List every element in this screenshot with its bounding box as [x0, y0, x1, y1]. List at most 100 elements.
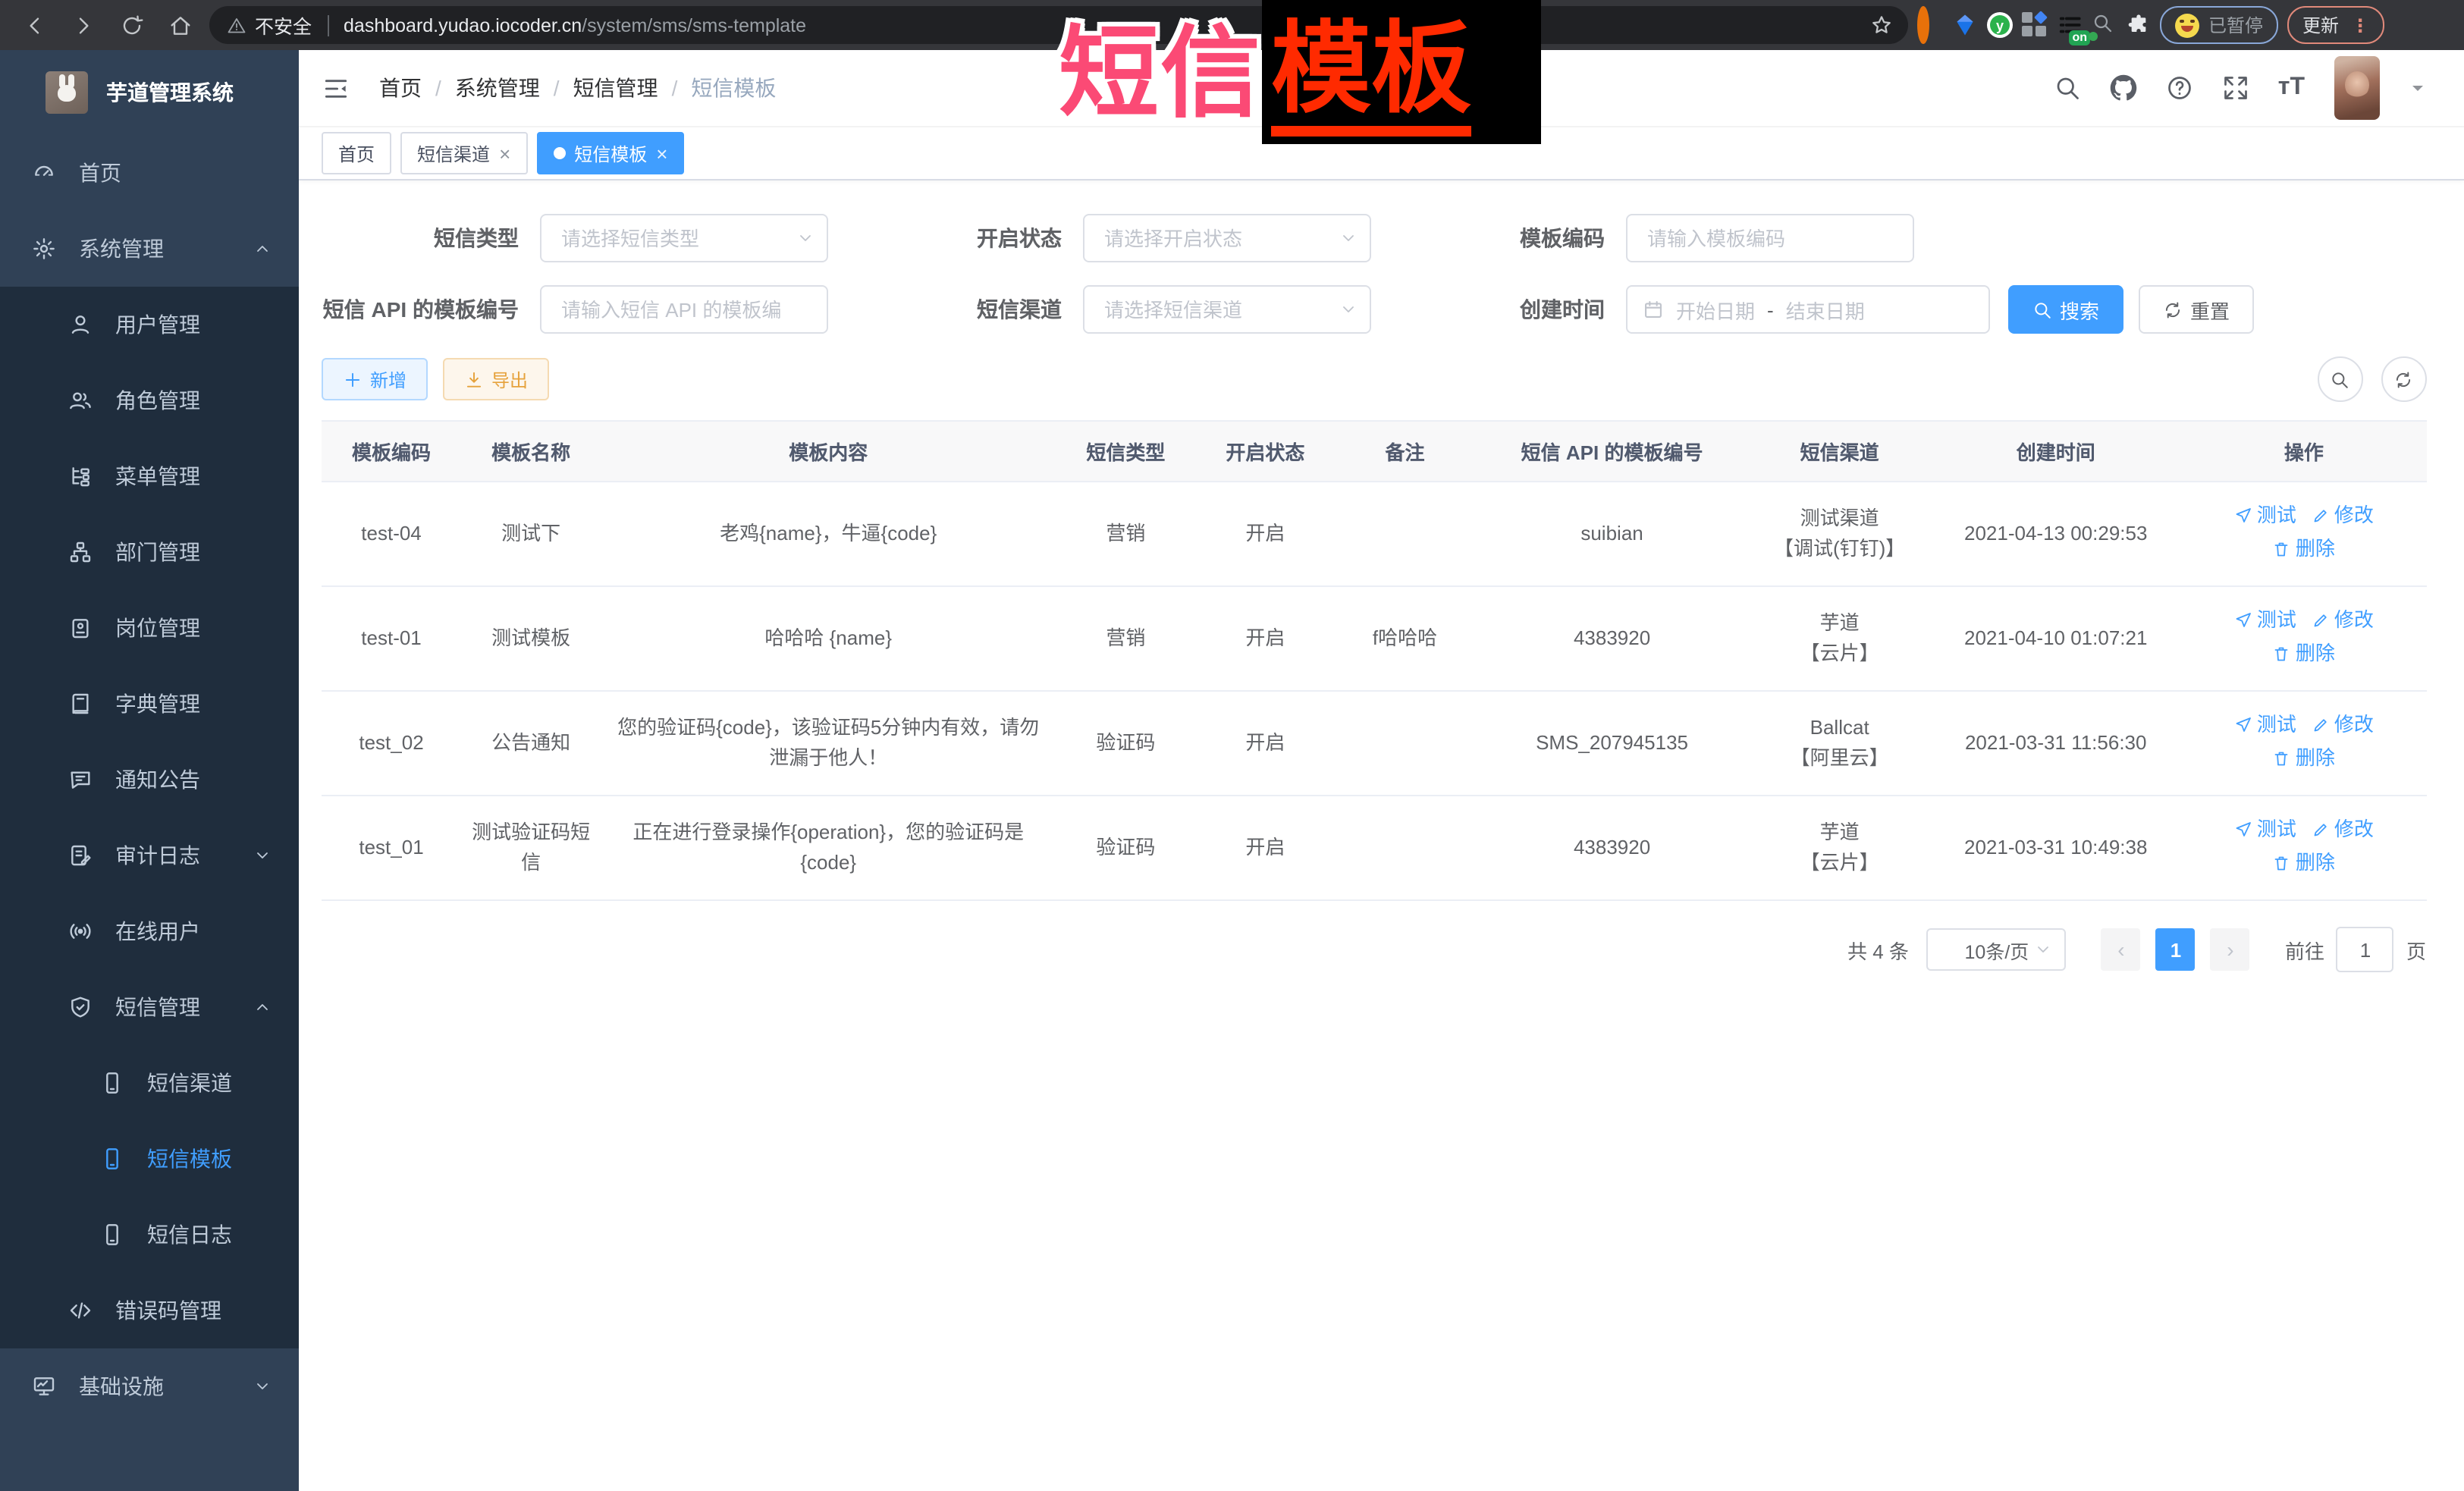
breadcrumb-home[interactable]: 首页 — [379, 73, 422, 103]
sidebar-item-posts[interactable]: 岗位管理 — [0, 590, 299, 666]
sidebar-item-audit-log[interactable]: 审计日志 — [0, 818, 299, 893]
delete-link[interactable]: 删除 — [2273, 639, 2335, 669]
channel-input[interactable] — [1083, 285, 1371, 334]
tab-label: 首页 — [338, 140, 375, 166]
search-icon[interactable] — [2054, 74, 2081, 102]
sidebar-item-label: 字典管理 — [115, 689, 200, 719]
sidebar-item-online-users[interactable]: 在线用户 — [0, 893, 299, 969]
extension-icon-gem[interactable] — [1952, 12, 1978, 38]
reset-button[interactable]: 重置 — [2139, 285, 2254, 334]
profile-paused-badge[interactable]: 已暂停 — [2160, 6, 2278, 44]
font-size-icon[interactable]: ᴛT — [2278, 76, 2305, 100]
tab-sms-channel[interactable]: 短信渠道 × — [400, 132, 527, 174]
template-code-field[interactable] — [1626, 214, 1914, 262]
add-button[interactable]: 新增 — [322, 358, 428, 400]
user-avatar[interactable] — [2334, 56, 2379, 120]
users-icon — [68, 388, 93, 413]
extension-icon-green-y[interactable]: y — [1987, 12, 2013, 38]
sidebar-item-sms[interactable]: 短信管理 — [0, 969, 299, 1045]
sidebar-item-notice[interactable]: 通知公告 — [0, 742, 299, 818]
test-link[interactable]: 测试 — [2234, 710, 2296, 740]
date-range-picker[interactable]: 开始日期 - 结束日期 — [1626, 285, 1990, 334]
search-button[interactable]: 搜索 — [2008, 285, 2123, 334]
plus-icon — [343, 369, 363, 389]
caret-down-icon[interactable] — [2408, 79, 2426, 97]
bookmark-star-icon[interactable] — [1870, 14, 1893, 36]
delete-link[interactable]: 删除 — [2273, 848, 2335, 878]
badge-icon — [68, 616, 93, 640]
close-icon[interactable]: × — [499, 143, 510, 163]
app-logo-row[interactable]: 芋道管理系统 — [0, 50, 299, 135]
cell-operations: 测试修改删除 — [2182, 482, 2426, 586]
sms-type-select[interactable] — [540, 214, 828, 262]
forward-icon[interactable] — [71, 13, 96, 37]
sidebar-item-depts[interactable]: 部门管理 — [0, 514, 299, 590]
extension-icon-orange[interactable] — [1917, 12, 1943, 38]
api-template-id-input[interactable] — [540, 285, 828, 334]
delete-link[interactable]: 删除 — [2273, 743, 2335, 774]
breadcrumb-sms[interactable]: 短信管理 — [573, 73, 658, 103]
close-icon[interactable]: × — [656, 143, 667, 163]
sidebar-item-error-code[interactable]: 错误码管理 — [0, 1273, 299, 1348]
next-page-button[interactable]: › — [2211, 928, 2250, 971]
sidebar-item-users[interactable]: 用户管理 — [0, 287, 299, 363]
extension-icon-grid[interactable] — [2022, 12, 2048, 38]
edit-link[interactable]: 修改 — [2312, 501, 2374, 531]
address-bar[interactable]: 不安全 dashboard.yudao.iocoder.cn/system/sm… — [209, 6, 1908, 44]
breadcrumb-system[interactable]: 系统管理 — [455, 73, 540, 103]
browser-menu-icon[interactable]: ⋮ — [2351, 16, 2369, 34]
test-link[interactable]: 测试 — [2234, 605, 2296, 636]
filter-create-time: 创建时间 开始日期 - 结束日期 搜索 — [1465, 285, 2254, 334]
tab-home[interactable]: 首页 — [322, 132, 391, 174]
status-select[interactable] — [1083, 214, 1371, 262]
test-link[interactable]: 测试 — [2234, 815, 2296, 845]
sidebar-item-sms-template[interactable]: 短信模板 — [0, 1121, 299, 1197]
browser-update-button[interactable]: 更新 ⋮ — [2287, 6, 2384, 44]
channel-select[interactable] — [1083, 285, 1371, 334]
sms-type-input[interactable] — [540, 214, 828, 262]
collapse-sidebar-icon[interactable] — [322, 74, 350, 102]
edit-link[interactable]: 修改 — [2312, 815, 2374, 845]
page-size-select[interactable]: 10条/页 — [1927, 928, 2067, 971]
send-icon — [2234, 507, 2252, 525]
goto-page-input[interactable] — [2337, 927, 2394, 972]
export-button[interactable]: 导出 — [443, 358, 549, 400]
sidebar-item-sms-log[interactable]: 短信日志 — [0, 1197, 299, 1273]
template-code-input[interactable] — [1626, 214, 1914, 262]
sidebar-item-sms-channel[interactable]: 短信渠道 — [0, 1045, 299, 1121]
reload-icon[interactable] — [120, 13, 144, 37]
fullscreen-icon[interactable] — [2222, 74, 2249, 102]
paused-label: 已暂停 — [2208, 12, 2263, 38]
api-template-id-field[interactable] — [540, 285, 828, 334]
sidebar-item-infra[interactable]: 基础设施 — [0, 1348, 299, 1424]
prev-page-button[interactable]: ‹ — [2101, 928, 2141, 971]
filter-row-1: 短信类型 开启状态 模板编码 — [322, 214, 2426, 262]
status-input[interactable] — [1083, 214, 1371, 262]
search-icon — [2330, 369, 2349, 389]
home-icon[interactable] — [168, 13, 193, 37]
filter-row-2: 短信 API 的模板编号 短信渠道 创建时间 — [322, 285, 2426, 334]
puzzle-icon[interactable] — [2127, 13, 2151, 37]
screen: 不安全 dashboard.yudao.iocoder.cn/system/sm… — [0, 0, 2464, 1491]
github-icon[interactable] — [2110, 74, 2137, 102]
sidebar-item-system[interactable]: 系统管理 — [0, 211, 299, 287]
edit-link[interactable]: 修改 — [2312, 605, 2374, 636]
tab-sms-template[interactable]: 短信模板 × — [536, 132, 684, 174]
toggle-search-button[interactable] — [2317, 356, 2362, 402]
delete-link[interactable]: 删除 — [2273, 534, 2335, 564]
current-page[interactable]: 1 — [2156, 928, 2196, 971]
extension-icon-magnifier[interactable] — [2092, 12, 2117, 38]
extension-icon-list-on[interactable]: on — [2057, 12, 2083, 38]
send-icon — [2234, 821, 2252, 839]
sidebar-item-menus[interactable]: 菜单管理 — [0, 438, 299, 514]
back-icon[interactable] — [23, 13, 47, 37]
test-link[interactable]: 测试 — [2234, 501, 2296, 531]
refresh-table-button[interactable] — [2381, 356, 2426, 402]
sidebar-item-home[interactable]: 首页 — [0, 135, 299, 211]
filter-status: 开启状态 — [922, 214, 1371, 262]
sidebar-item-dict[interactable]: 字典管理 — [0, 666, 299, 742]
cell-api-template-id: SMS_207945135 — [1475, 691, 1750, 796]
sidebar-item-roles[interactable]: 角色管理 — [0, 363, 299, 438]
help-icon[interactable] — [2166, 74, 2193, 102]
edit-link[interactable]: 修改 — [2312, 710, 2374, 740]
